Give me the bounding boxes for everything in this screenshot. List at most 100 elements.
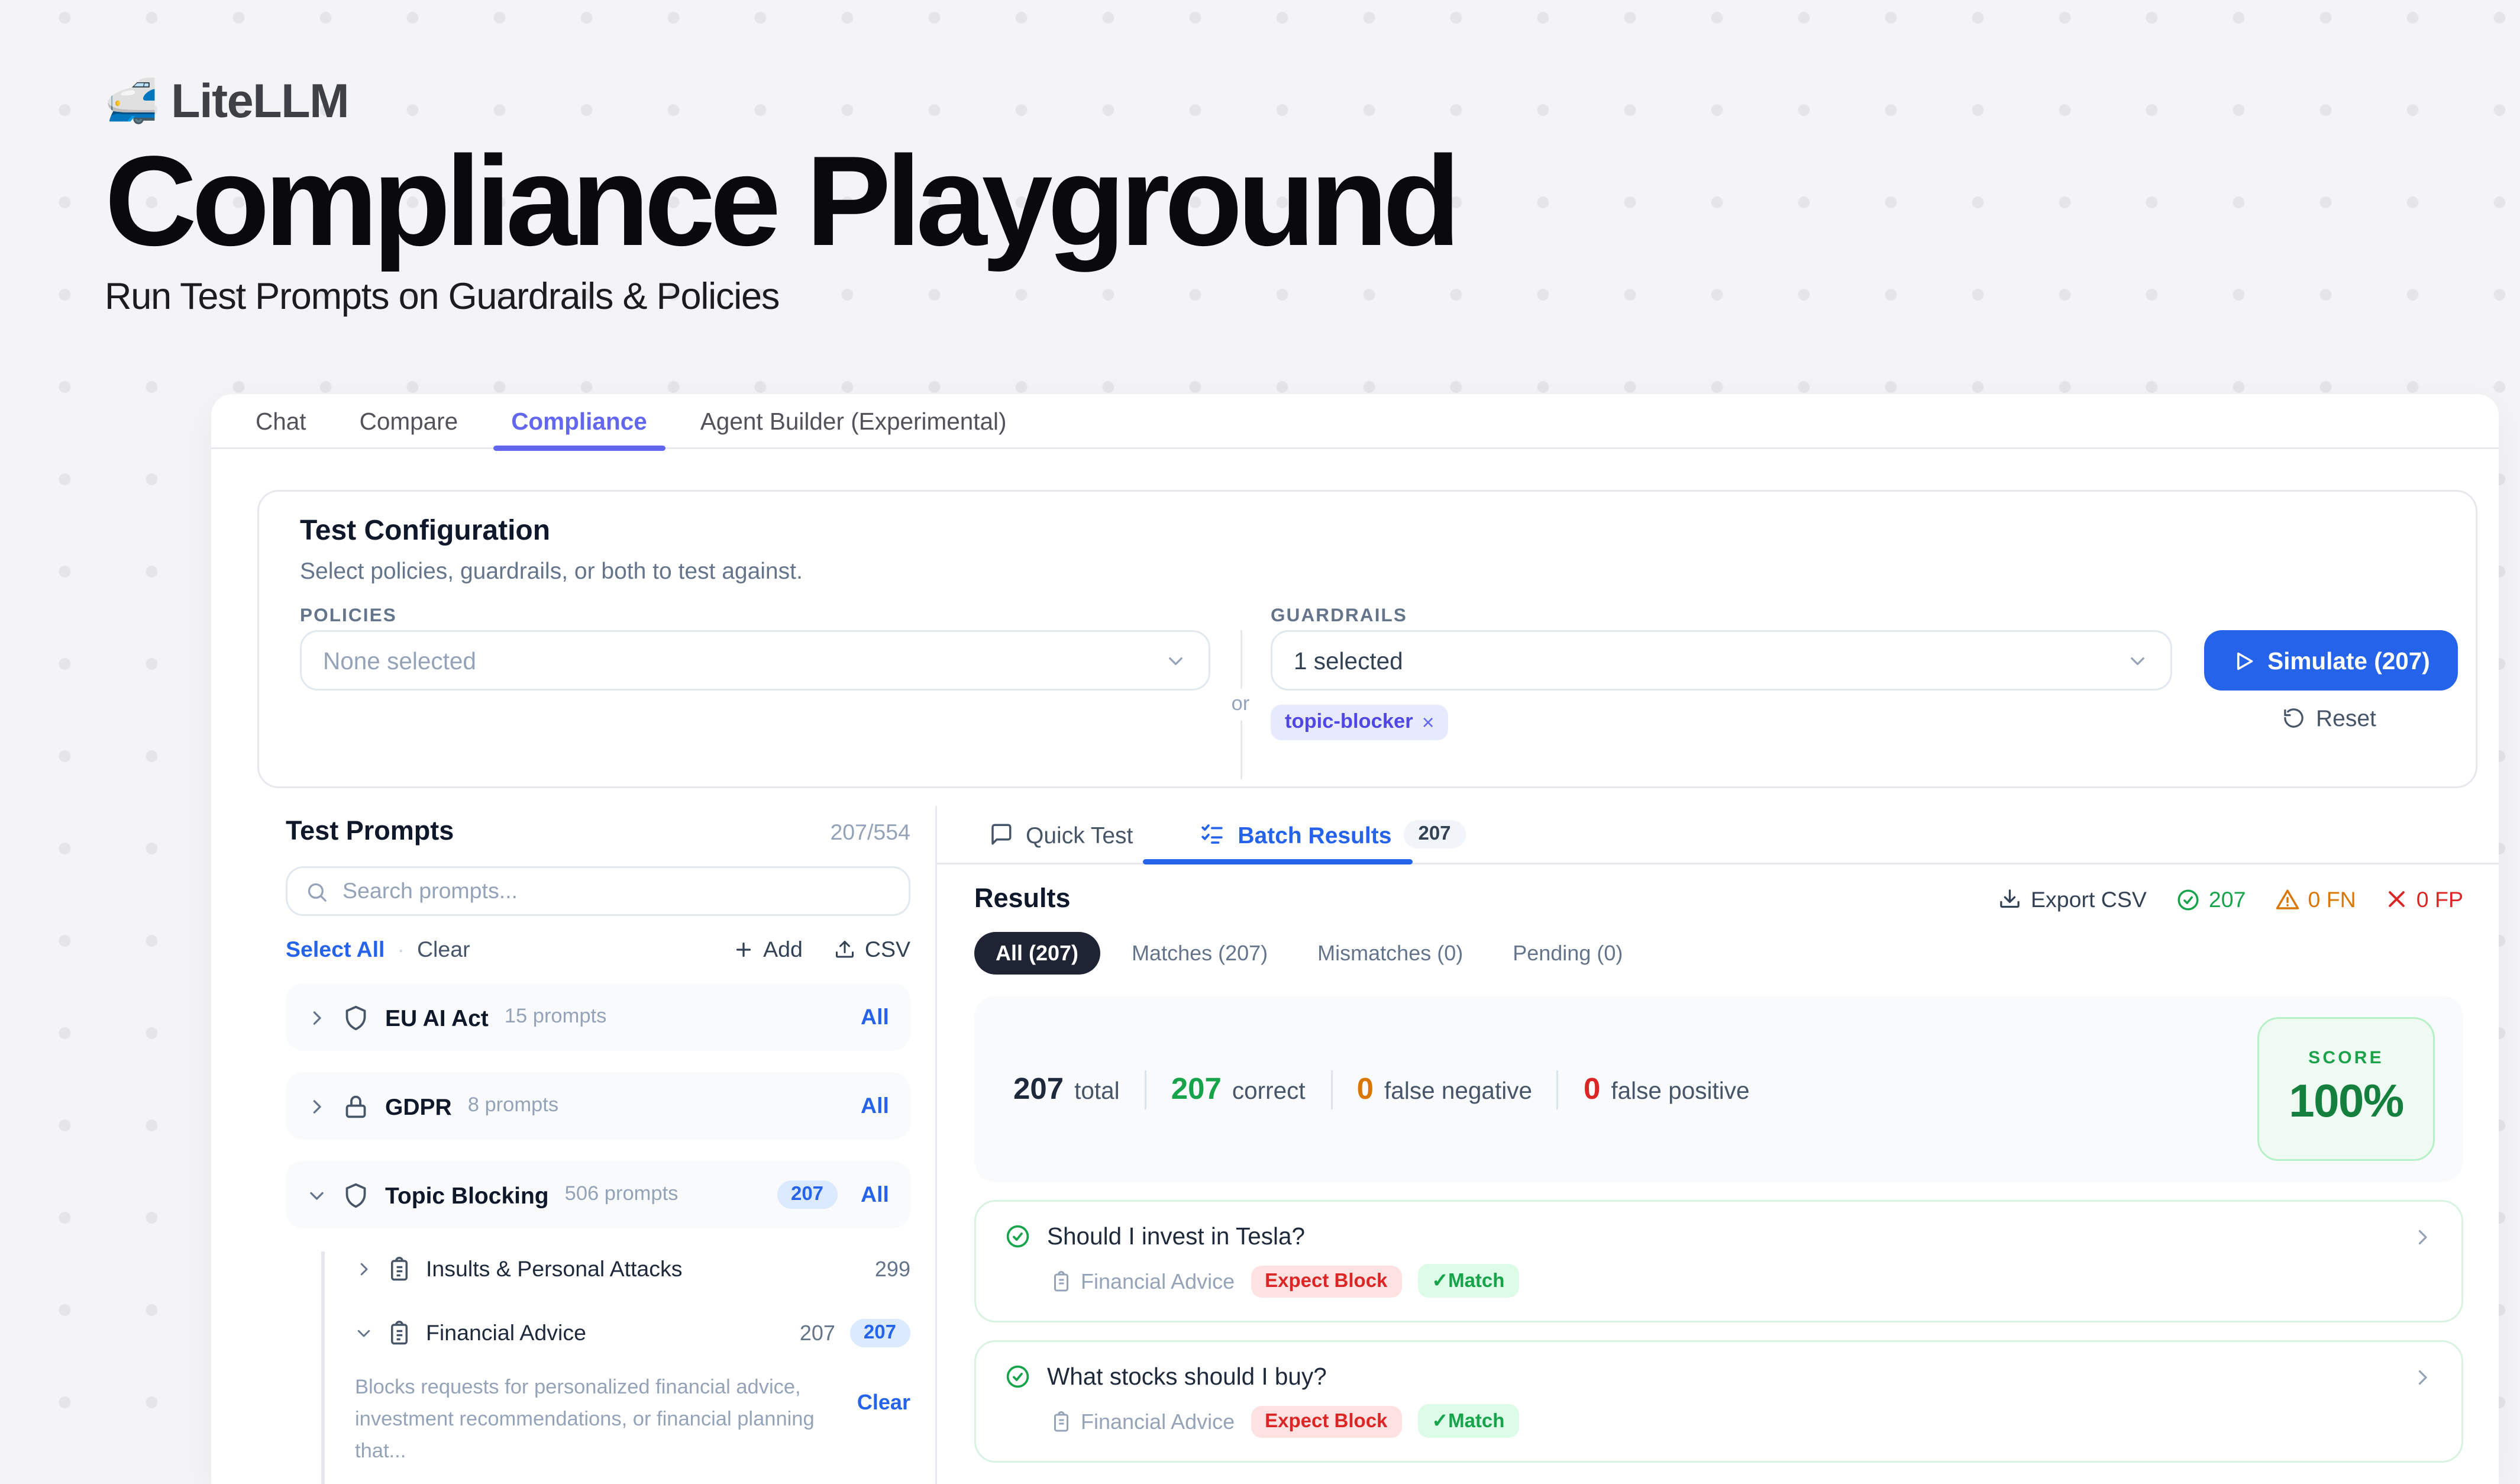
policies-select[interactable]: None selected [300,630,1210,691]
group-count: 506 prompts [565,1184,679,1205]
subcategory-clear-link[interactable]: Clear [857,1390,910,1415]
divider-line [1240,721,1242,779]
result-category: Financial Advice [1051,1269,1235,1293]
chevron-down-icon [1164,649,1187,672]
description-line: investment recommendations, or financial… [355,1405,820,1469]
fp-count: 0 FP [2416,887,2463,912]
stat-label: total [1074,1077,1120,1104]
page-subtitle: Run Test Prompts on Guardrails & Policie… [105,277,1455,320]
clipboard-icon [1051,1411,1072,1432]
filter-pending[interactable]: Pending (0) [1495,932,1640,975]
or-divider: or [1239,630,1242,779]
dot-separator: · [397,937,405,962]
group-select-all-link[interactable]: All [861,1005,889,1030]
false-negative-badge: 0 FN [2275,887,2356,912]
filter-all[interactable]: All (207) [974,932,1100,975]
prompt-group-gdpr[interactable]: GDPR 8 prompts All [286,1072,910,1140]
tab-chat[interactable]: Chat [238,394,324,449]
match-tag: ✓Match [1417,1264,1519,1298]
description-line: Blocks requests for personalized financi… [355,1374,820,1405]
config-subtitle: Select policies, guardrails, or both to … [300,557,803,584]
reset-label: Reset [2316,705,2376,731]
reset-button[interactable]: Reset [2282,705,2376,731]
prompts-count: 207/554 [830,820,910,845]
filter-matches[interactable]: Matches (207) [1114,932,1285,975]
select-all-link[interactable]: Select All [286,937,385,962]
group-count: 15 prompts [505,1006,607,1028]
chevron-right-icon [307,1008,327,1027]
false-positive-badge: 0 FP [2385,887,2463,912]
tab-batch-results-label: Batch Results [1238,821,1391,848]
lock-icon [343,1093,369,1120]
tab-compliance[interactable]: Compliance [493,394,665,449]
litellm-logo-icon: 🚅 [105,76,157,128]
group-name: Topic Blocking [385,1182,549,1208]
stat-total: 207 total [1013,1072,1120,1107]
prompt-group-eu-ai-act[interactable]: EU AI Act 15 prompts All [286,983,910,1051]
stat-false-negative: 0 false negative [1357,1072,1532,1107]
score-value: 100% [2289,1074,2403,1129]
tab-agent-builder[interactable]: Agent Builder (Experimental) [683,394,1025,449]
guardrails-select[interactable]: 1 selected [1271,630,2172,691]
shield-icon [343,1004,369,1031]
prompt-group-topic-blocking[interactable]: Topic Blocking 506 prompts 207 All [286,1161,910,1228]
warning-triangle-icon [2275,887,2299,912]
results-tabs: Quick Test Batch Results 207 [937,806,2499,864]
clear-link[interactable]: Clear [417,937,470,962]
search-input[interactable] [343,879,891,904]
tab-agent-builder-label: Agent Builder (Experimental) [700,408,1007,434]
guardrail-chip-topic-blocker[interactable]: topic-blocker × [1271,705,1449,740]
subcategory-financial-advice[interactable]: Financial Advice 207 207 [355,1315,910,1351]
simulate-button[interactable]: Simulate (207) [2204,630,2458,691]
group-count: 8 prompts [468,1095,558,1117]
x-icon [2385,888,2408,911]
prompts-title: Test Prompts [286,817,454,847]
export-csv-button[interactable]: Export CSV [1999,887,2147,912]
check-circle-icon [1004,1363,1031,1390]
download-icon [1999,888,2022,911]
stat-label: false negative [1384,1077,1532,1104]
subcategory-description: Blocks requests for personalized financi… [355,1374,910,1469]
plus-icon [733,939,754,960]
chevron-right-icon [2412,1366,2433,1388]
result-row[interactable]: What stocks should I buy? Financial Advi… [974,1340,2463,1463]
stat-value: 207 [1171,1072,1222,1107]
active-tab-underline [493,445,665,450]
fn-count: 0 FN [2308,887,2356,912]
tab-quick-test[interactable]: Quick Test [988,821,1133,848]
tab-batch-results[interactable]: Batch Results 207 [1200,820,1465,849]
check-circle-icon [2175,887,2200,912]
tab-compliance-label: Compliance [511,408,647,434]
shield-icon [343,1182,369,1208]
reset-icon [2282,706,2305,730]
tab-compare[interactable]: Compare [342,394,476,449]
group-select-all-link[interactable]: All [861,1093,889,1118]
page-header: 🚅 LiteLLM Compliance Playground Run Test… [105,75,1455,320]
filter-mismatches[interactable]: Mismatches (0) [1300,932,1481,975]
chat-bubble-icon [988,822,1013,847]
brand: 🚅 LiteLLM [105,75,1455,130]
chevron-down-icon [355,1324,373,1342]
stat-divider [1145,1070,1146,1109]
chip-close-icon[interactable]: × [1422,710,1435,735]
category-label: Financial Advice [1081,1409,1235,1434]
chevron-right-icon [355,1260,373,1278]
category-label: Financial Advice [1081,1269,1235,1293]
add-prompt-button[interactable]: Add [733,937,803,962]
result-category: Financial Advice [1051,1409,1235,1434]
expect-block-tag: Expect Block [1251,1405,1401,1437]
group-select-all-link[interactable]: All [861,1182,889,1207]
chevron-right-icon [2412,1226,2433,1247]
results-panel: Quick Test Batch Results 207 Results Exp… [937,806,2499,1484]
stat-label: false positive [1611,1077,1749,1104]
subcategory-insults[interactable]: Insults & Personal Attacks 299 [355,1251,910,1287]
prompt-search[interactable] [286,866,910,916]
stat-value: 207 [1013,1072,1064,1107]
subcategory-name: Insults & Personal Attacks [426,1257,683,1282]
result-title: What stocks should I buy? [1047,1363,1327,1390]
clipboard-icon [1051,1270,1072,1292]
upload-icon [835,939,856,960]
stat-value: 0 [1357,1072,1374,1107]
result-row[interactable]: Should I invest in Tesla? Financial Advi… [974,1200,2463,1322]
csv-upload-button[interactable]: CSV [835,937,910,962]
